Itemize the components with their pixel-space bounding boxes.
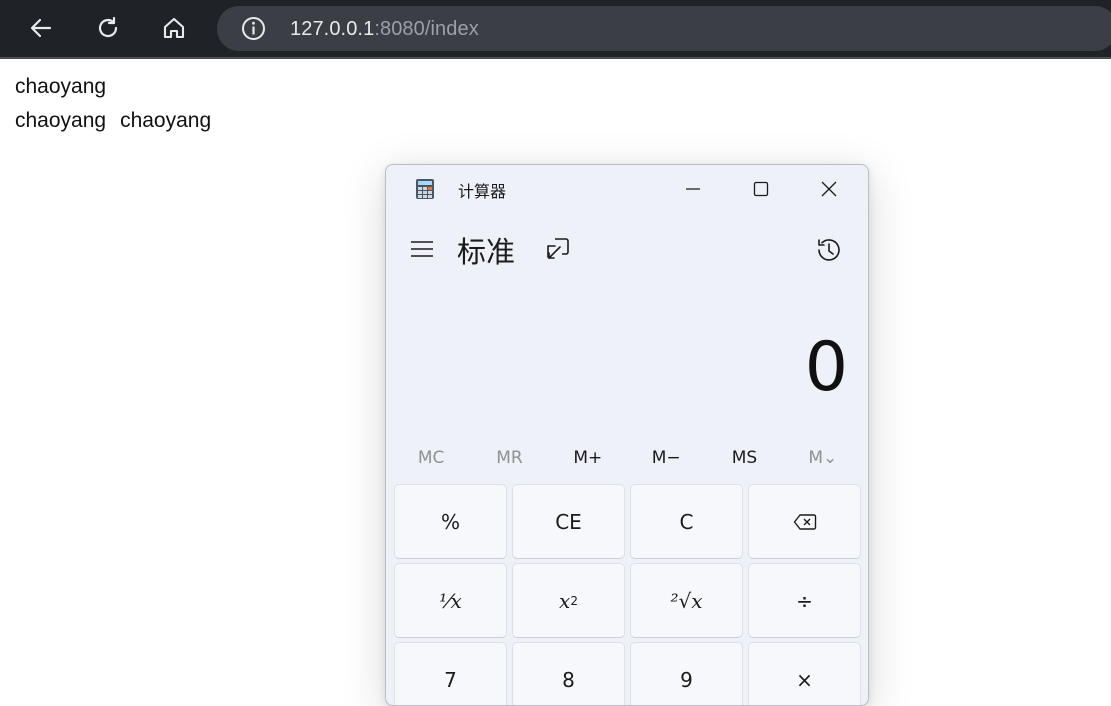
square-root-button[interactable]: ²√x <box>630 563 743 638</box>
reciprocal-button[interactable]: ⅟x <box>394 563 507 638</box>
memory-subtract-button[interactable]: M− <box>627 443 705 473</box>
memory-row: MC MR M+ M− MS M⌄ <box>392 443 862 473</box>
calculator-titlebar[interactable]: 计算器 <box>386 165 868 211</box>
keep-on-top-icon[interactable] <box>544 235 572 263</box>
browser-toolbar: 127.0.0.1:8080/index <box>0 0 1111 59</box>
home-button[interactable] <box>156 10 192 46</box>
url-text: 127.0.0.1:8080/index <box>290 18 479 41</box>
divide-button[interactable]: ÷ <box>748 563 861 638</box>
memory-store-button[interactable]: MS <box>705 443 783 473</box>
close-button[interactable] <box>800 169 858 209</box>
hamburger-menu-icon[interactable] <box>408 235 436 263</box>
address-bar[interactable]: 127.0.0.1:8080/index <box>217 6 1111 51</box>
page-text-item: chaoyang <box>120 109 212 132</box>
site-info-icon[interactable] <box>241 16 266 41</box>
reload-button[interactable] <box>90 10 126 46</box>
page-text-item: chaoyang <box>15 109 107 132</box>
page-text-line-2: chaoyang chaoyang <box>15 109 211 133</box>
calculator-title: 计算器 <box>458 182 507 201</box>
square-root-label: ²√x <box>670 588 703 613</box>
calculator-window: 计算器 标准 0 MC MR M+ M− MS M⌄ % CE C ⅟x x 2… <box>385 164 869 706</box>
clear-button[interactable]: C <box>630 484 743 559</box>
reciprocal-label: ⅟x <box>439 588 462 613</box>
back-button[interactable] <box>23 10 59 46</box>
maximize-button[interactable] <box>732 169 790 209</box>
backspace-button[interactable] <box>748 484 861 559</box>
home-icon <box>163 17 185 39</box>
digit-8-button[interactable]: 8 <box>512 642 625 705</box>
keypad: % CE C ⅟x x2 ²√x ÷ 7 8 9 × <box>394 484 861 705</box>
minimize-button[interactable] <box>664 169 722 209</box>
memory-list-button[interactable]: M⌄ <box>784 443 862 473</box>
close-icon <box>821 181 837 197</box>
result-display: 0 <box>804 328 848 407</box>
clear-entry-button[interactable]: CE <box>512 484 625 559</box>
page-text-line-1: chaoyang <box>15 75 107 98</box>
square-base: x <box>559 588 571 613</box>
square-exponent: 2 <box>570 593 578 608</box>
digit-7-button[interactable]: 7 <box>394 642 507 705</box>
memory-recall-button[interactable]: MR <box>470 443 548 473</box>
memory-clear-button[interactable]: MC <box>392 443 470 473</box>
memory-add-button[interactable]: M+ <box>549 443 627 473</box>
history-icon[interactable] <box>814 235 844 265</box>
reload-icon <box>98 16 118 38</box>
digit-9-button[interactable]: 9 <box>630 642 743 705</box>
multiply-button[interactable]: × <box>748 642 861 705</box>
square-button[interactable]: x2 <box>512 563 625 638</box>
calculator-app-icon <box>416 179 434 199</box>
percent-button[interactable]: % <box>394 484 507 559</box>
url-host: 127.0.0.1 <box>290 18 375 40</box>
minimize-icon <box>686 188 700 190</box>
calculator-header: 标准 <box>386 221 868 277</box>
maximize-icon <box>753 181 769 197</box>
mode-title: 标准 <box>457 235 516 269</box>
url-path: :8080/index <box>374 18 479 40</box>
backspace-icon <box>793 513 816 530</box>
back-arrow-icon <box>30 18 52 38</box>
